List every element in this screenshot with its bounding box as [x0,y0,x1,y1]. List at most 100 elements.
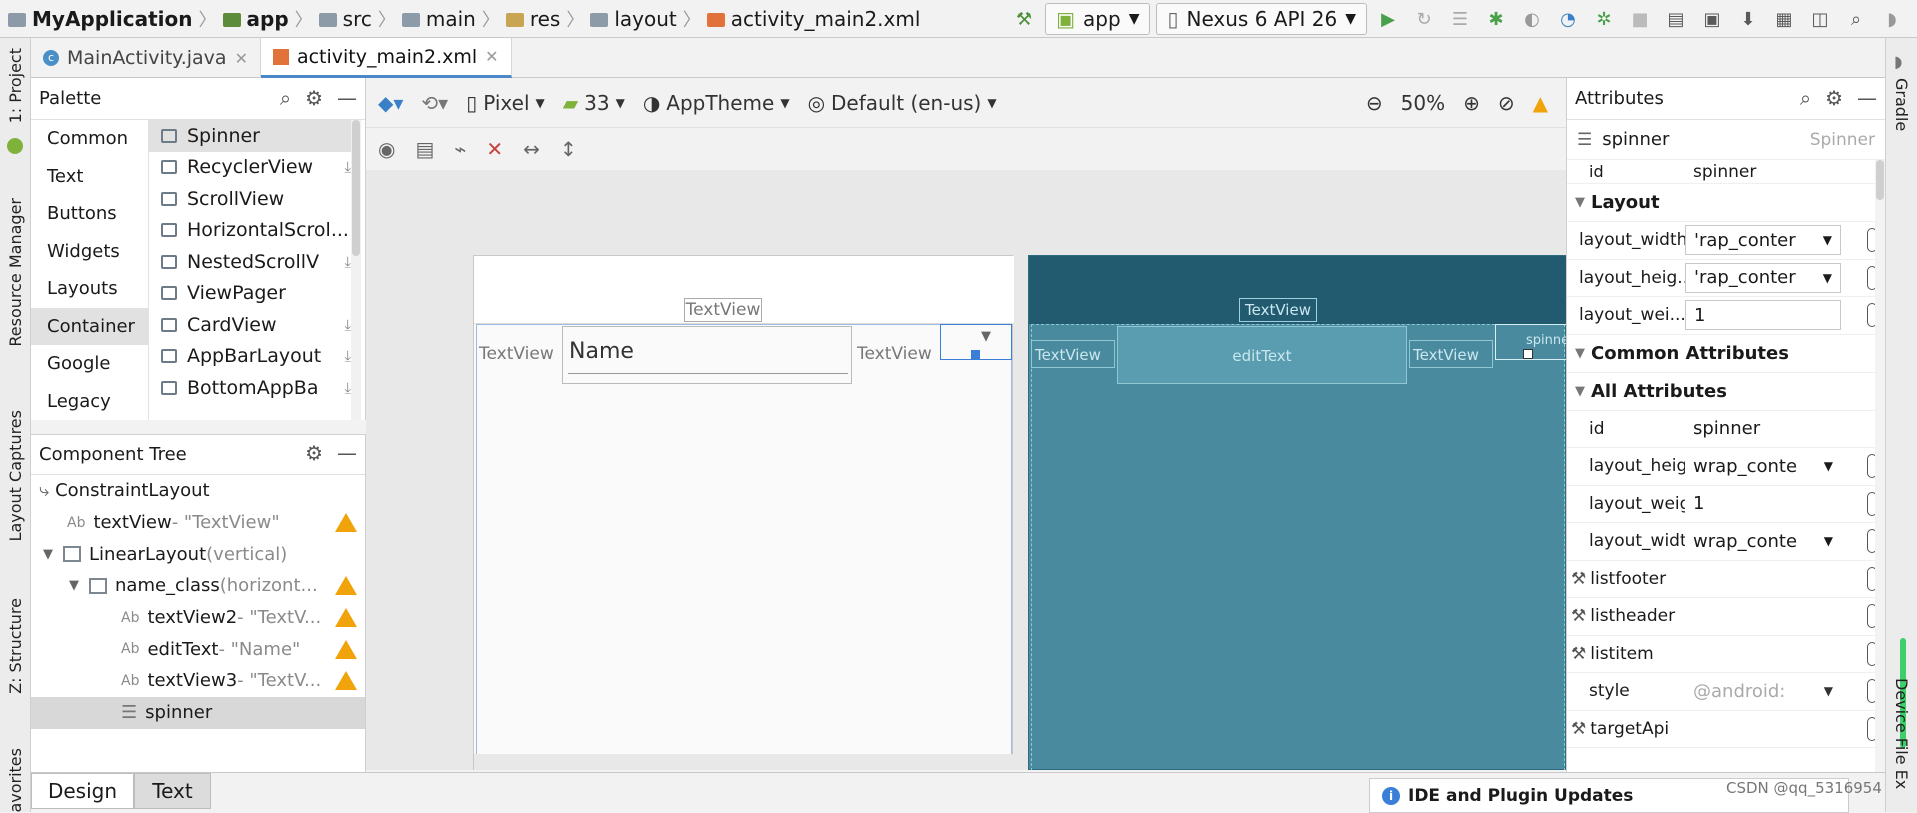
category-text[interactable]: Text [31,158,148,196]
horizontal-expand-icon[interactable]: ↔ [523,137,540,161]
breadcrumb-layout[interactable]: layout [614,7,676,31]
expand-arrow-icon[interactable]: ▼ [69,578,79,593]
section-all-attributes[interactable]: ▼ All Attributes [1567,373,1885,411]
minimize-icon[interactable]: — [1857,86,1877,110]
gear-icon[interactable]: ⚙ [305,441,323,465]
section-layout[interactable]: ▼ Layout [1567,184,1885,222]
sdk-manager-icon[interactable]: ⬇ [1733,4,1763,34]
download-icon[interactable]: ⤓ [344,158,351,176]
palette-item[interactable]: Spinner [149,120,359,152]
apply-changes-icon[interactable]: ↻ [1409,4,1439,34]
gear-icon[interactable]: ⚙ [1825,86,1843,110]
stop-icon[interactable]: ■ [1625,4,1655,34]
blueprint-icon[interactable]: ▤ [415,137,434,161]
category-buttons[interactable]: Buttons [31,195,148,233]
run-icon[interactable]: ▶ [1373,4,1403,34]
category-layouts[interactable]: Layouts [31,270,148,308]
breadcrumb-file[interactable]: activity_main2.xml [731,7,921,31]
spinner-selected[interactable]: ▼ [940,324,1012,360]
palette-item[interactable]: RecyclerView ⤓ [149,152,359,184]
warning-icon[interactable] [335,639,357,659]
gradle-tab[interactable]: Gradle [1892,78,1911,131]
expand-arrow-icon[interactable]: ▼ [43,547,53,562]
zoom-fit-icon[interactable]: ⊘ [1498,91,1515,115]
download-icon[interactable]: ⤓ [344,347,351,365]
attr-input[interactable] [1685,564,1841,594]
tree-row[interactable]: Ab textView2 - "TextV... [31,602,365,634]
textview-left[interactable]: TextView [476,340,560,368]
breadcrumb-app[interactable]: app [247,7,289,31]
profile-icon[interactable]: ◔ [1553,4,1583,34]
close-icon[interactable]: ✕ [485,47,498,66]
palette-item[interactable]: NestedScrollV ⤓ [149,246,359,278]
attach-debugger-icon[interactable]: ✲ [1589,4,1619,34]
warning-icon[interactable] [335,513,357,533]
design-canvas[interactable]: TextView TextView Name TextView ▼ TextVi… [366,170,1566,770]
device-file-explorer-tab[interactable]: Device File Ex [1892,678,1911,789]
orientation-icon[interactable]: ⟲▾ [421,91,448,115]
warning-icon[interactable]: ▲ [1533,91,1548,115]
layout-captures-tab[interactable]: Layout Captures [6,410,25,541]
search-icon[interactable]: ⌕ [1841,4,1871,34]
attr-dropdown[interactable]: 'rap_conter ▼ [1685,262,1841,293]
tree-row[interactable]: Ab editText - "Name" [31,633,365,665]
device-select[interactable]: ▯ Nexus 6 API 26 ▼ [1156,3,1367,35]
breadcrumb-project[interactable]: MyApplication [32,7,193,31]
textview-right[interactable]: TextView [854,340,938,368]
close-icon[interactable]: ✕ [235,49,248,68]
debug-icon[interactable]: ✱ [1481,4,1511,34]
scrollbar-thumb[interactable] [352,120,360,256]
blueprint-textview-top[interactable]: TextView [1239,298,1317,322]
download-icon[interactable]: ⤓ [344,253,351,271]
scrollbar-thumb[interactable] [1876,160,1884,200]
attributes-scrollbar[interactable] [1875,160,1885,772]
tree-row[interactable]: Ab textView - "TextView" [31,507,365,539]
resize-handle[interactable] [971,350,980,359]
search-icon[interactable]: ⌕ [1800,86,1811,110]
edittext-box[interactable]: Name [562,326,852,384]
autoconnect-icon[interactable]: ⌁ [454,137,466,161]
view-options-icon[interactable]: ◉ [378,137,395,161]
attr-dropdown[interactable]: 'rap_conter ▼ [1685,225,1841,256]
palette-scrollbar[interactable] [351,120,361,420]
design-surface-icon[interactable]: ◆▾ [378,91,403,115]
warning-icon[interactable] [335,671,357,691]
attr-dropdown[interactable]: wrap_conte ▼ [1685,451,1841,481]
textview-top[interactable]: TextView [684,298,762,322]
breadcrumb-res[interactable]: res [530,7,561,31]
resource-manager-tab[interactable]: Resource Manager [6,198,25,347]
tree-row[interactable]: ▼ LinearLayout (vertical) [31,538,365,570]
apply-code-icon[interactable]: ☰ [1445,4,1475,34]
attr-input[interactable]: 1 [1685,300,1841,331]
attr-value[interactable]: spinner [1685,160,1885,183]
hammer-icon[interactable]: ⚒ [1009,4,1039,34]
warning-icon[interactable] [335,576,357,596]
zoom-out-icon[interactable]: ⊖ [1366,91,1383,115]
tab-main-activity[interactable]: c MainActivity.java ✕ [31,38,261,78]
sync-icon[interactable]: ▤ [1661,4,1691,34]
clear-constraints-icon[interactable]: ✕ [486,137,503,161]
tree-row[interactable]: Ab textView3 - "TextV... [31,665,365,697]
tab-activity-main2[interactable]: activity_main2.xml ✕ [260,38,512,78]
category-container[interactable]: Container [31,307,148,345]
coverage-icon[interactable]: ◐ [1517,4,1547,34]
device-manager-icon[interactable]: ▦ [1769,4,1799,34]
vertical-expand-icon[interactable]: ↕ [560,137,577,161]
attr-input[interactable] [1685,639,1841,669]
android-head-icon[interactable]: ◗ [1877,4,1907,34]
design-surface[interactable]: TextView TextView Name TextView ▼ [473,255,1014,770]
locale-dropdown[interactable]: ◎ Default (en-us) ▼ [808,91,997,115]
minimize-icon[interactable]: — [337,86,357,110]
attr-input[interactable]: 1 [1685,489,1841,519]
device-dropdown[interactable]: ▯ Pixel ▼ [466,91,545,115]
tree-row[interactable]: ▼ name_class (horizont... [31,570,365,602]
favorites-tab[interactable]: avorites [6,748,25,813]
category-widgets[interactable]: Widgets [31,233,148,271]
resize-handle[interactable] [1523,349,1533,359]
api-dropdown[interactable]: ▰ 33 ▼ [563,91,625,115]
blueprint-edittext[interactable]: editText [1117,326,1407,384]
palette-item[interactable]: ViewPager [149,278,359,310]
blueprint-textview-right[interactable]: TextView [1409,340,1493,368]
gear-icon[interactable]: ⚙ [305,86,323,110]
attr-input[interactable] [1685,714,1841,744]
